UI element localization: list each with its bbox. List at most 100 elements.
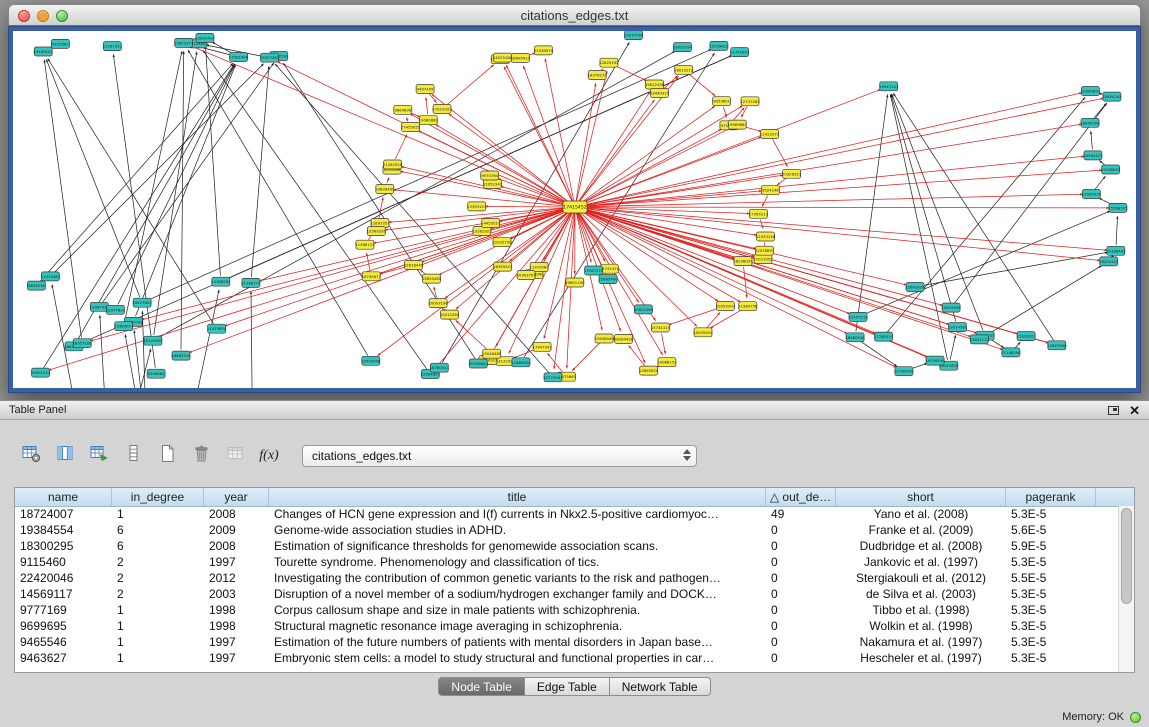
table-cell[interactable]: 1 [112,602,204,618]
table-cell[interactable]: 2009 [204,522,269,538]
table-cell[interactable]: 19384554 [15,522,112,538]
table-cell[interactable]: Estimation of significance thresholds fo… [269,538,766,554]
table-cell[interactable]: 5.9E-5 [1006,538,1096,554]
table-vertical-scrollbar[interactable] [1118,506,1134,672]
table-cell[interactable]: 6 [112,538,204,554]
function-builder-button[interactable]: f(x) [254,442,284,470]
table-cell[interactable]: 5.3E-5 [1006,650,1096,666]
table-cell[interactable]: 0 [766,570,836,586]
table-cell[interactable]: 1 [112,650,204,666]
table-cell[interactable]: Nakamura et al. (1997) [836,634,1006,650]
table-cell[interactable]: Dudbridge et al. (2008) [836,538,1006,554]
table-cell[interactable]: Embryonic stem cells: a model to study s… [269,650,766,666]
table-cell[interactable]: Estimation of the future numbers of pati… [269,634,766,650]
row-selector-button[interactable] [118,442,148,470]
table-row[interactable]: 969969511998Structural magnetic resonanc… [15,618,1119,634]
table-cell[interactable]: 0 [766,522,836,538]
table-cell[interactable]: 1 [112,634,204,650]
table-cell[interactable]: 5.6E-5 [1006,522,1096,538]
table-cell[interactable]: 2008 [204,538,269,554]
table-row[interactable]: 2242004622012Investigating the contribut… [15,570,1119,586]
table-cell[interactable]: 1 [112,618,204,634]
table-cell[interactable]: 1998 [204,618,269,634]
table-row[interactable]: 946554611997Estimation of the future num… [15,634,1119,650]
tab-edge-table[interactable]: Edge Table [525,677,610,696]
table-cell[interactable]: 9463627 [15,650,112,666]
column-header-5[interactable]: short [836,488,1006,506]
table-cell[interactable]: 5.3E-5 [1006,602,1096,618]
table-row[interactable]: 911546021997Tourette syndrome. Phenomeno… [15,554,1119,570]
table-cell[interactable]: 0 [766,586,836,602]
column-header-3[interactable]: title [269,488,766,506]
table-cell[interactable]: 9465546 [15,634,112,650]
table-cell[interactable]: 2008 [204,506,269,522]
column-header-6[interactable]: pagerank [1006,488,1096,506]
zoom-window-button[interactable] [56,10,68,22]
table-cell[interactable]: Changes of HCN gene expression and I(f) … [269,506,766,522]
table-cell[interactable]: 22420046 [15,570,112,586]
column-header-4[interactable]: △ out_de… [766,488,836,506]
table-cell[interactable]: Hescheler et al. (1997) [836,650,1006,666]
table-row[interactable]: 1872400712008Changes of HCN gene express… [15,506,1119,522]
table-cell[interactable]: 1998 [204,602,269,618]
table-cell[interactable]: 1997 [204,634,269,650]
table-cell[interactable]: Wolkin et al. (1998) [836,618,1006,634]
column-visibility-button[interactable] [50,442,80,470]
new-column-button[interactable] [152,442,182,470]
table-row[interactable]: 1830029562008Estimation of significance … [15,538,1119,554]
tab-node-table[interactable]: Node Table [438,677,525,696]
table-cell[interactable]: de Silva et al. (2003) [836,586,1006,602]
close-window-button[interactable] [18,10,30,22]
import-table-button[interactable] [220,442,250,470]
table-cell[interactable]: Investigating the contribution of common… [269,570,766,586]
table-cell[interactable]: 18300295 [15,538,112,554]
column-header-1[interactable]: in_degree [112,488,204,506]
network-table-selector[interactable]: citations_edges.txt [302,445,697,467]
column-header-0[interactable]: name [15,488,112,506]
table-cell[interactable]: 2 [112,570,204,586]
table-row[interactable]: 1938455462009Genome-wide association stu… [15,522,1119,538]
table-cell[interactable]: 0 [766,554,836,570]
table-cell[interactable]: 0 [766,634,836,650]
table-row[interactable]: 946362711997Embryonic stem cells: a mode… [15,650,1119,666]
table-cell[interactable]: 5.3E-5 [1006,634,1096,650]
table-cell[interactable]: 9699695 [15,618,112,634]
table-cell[interactable]: 0 [766,538,836,554]
table-cell[interactable]: 6 [112,522,204,538]
table-cell[interactable]: 1 [112,506,204,522]
table-cell[interactable]: 2003 [204,586,269,602]
table-cell[interactable]: Tourette syndrome. Phenomenology and cla… [269,554,766,570]
table-cell[interactable]: 5.5E-5 [1006,570,1096,586]
table-cell[interactable]: 5.3E-5 [1006,618,1096,634]
table-cell[interactable]: 49 [766,506,836,522]
table-cell[interactable]: 14569117 [15,586,112,602]
table-cell[interactable]: Genome-wide association studies in ADHD. [269,522,766,538]
network-window-titlebar[interactable]: citations_edges.txt [8,4,1141,26]
table-cell[interactable]: 0 [766,602,836,618]
table-cell[interactable]: Tibbo et al. (1998) [836,602,1006,618]
minimize-window-button[interactable] [37,10,49,22]
close-panel-icon[interactable]: ✕ [1129,404,1140,417]
network-canvas[interactable]: 1741545218376276128251911561243819440325… [13,31,1136,388]
table-cell[interactable]: 5.3E-5 [1006,586,1096,602]
float-panel-icon[interactable] [1108,406,1119,415]
table-cell[interactable]: Yano et al. (2008) [836,506,1006,522]
table-cell[interactable]: 2 [112,554,204,570]
table-cell[interactable]: Jankovic et al. (1997) [836,554,1006,570]
table-cell[interactable]: Structural magnetic resonance image aver… [269,618,766,634]
table-mode-button[interactable] [16,442,46,470]
table-cell[interactable]: 18724007 [15,506,112,522]
memory-status-icon[interactable] [1130,712,1141,723]
scrollbar-thumb[interactable] [1121,508,1132,604]
table-cell[interactable]: 2 [112,586,204,602]
table-cell[interactable]: Stergiakouli et al. (2012) [836,570,1006,586]
tab-network-table[interactable]: Network Table [610,677,711,696]
table-cell[interactable]: 9115460 [15,554,112,570]
table-cell[interactable]: 5.3E-5 [1006,506,1096,522]
table-cell[interactable]: 1997 [204,554,269,570]
table-cell[interactable]: Disruption of a novel member of a sodium… [269,586,766,602]
table-function-button[interactable] [84,442,114,470]
table-row[interactable]: 977716911998Corpus callosum shape and si… [15,602,1119,618]
table-cell[interactable]: Corpus callosum shape and size in male p… [269,602,766,618]
delete-column-button[interactable] [186,442,216,470]
